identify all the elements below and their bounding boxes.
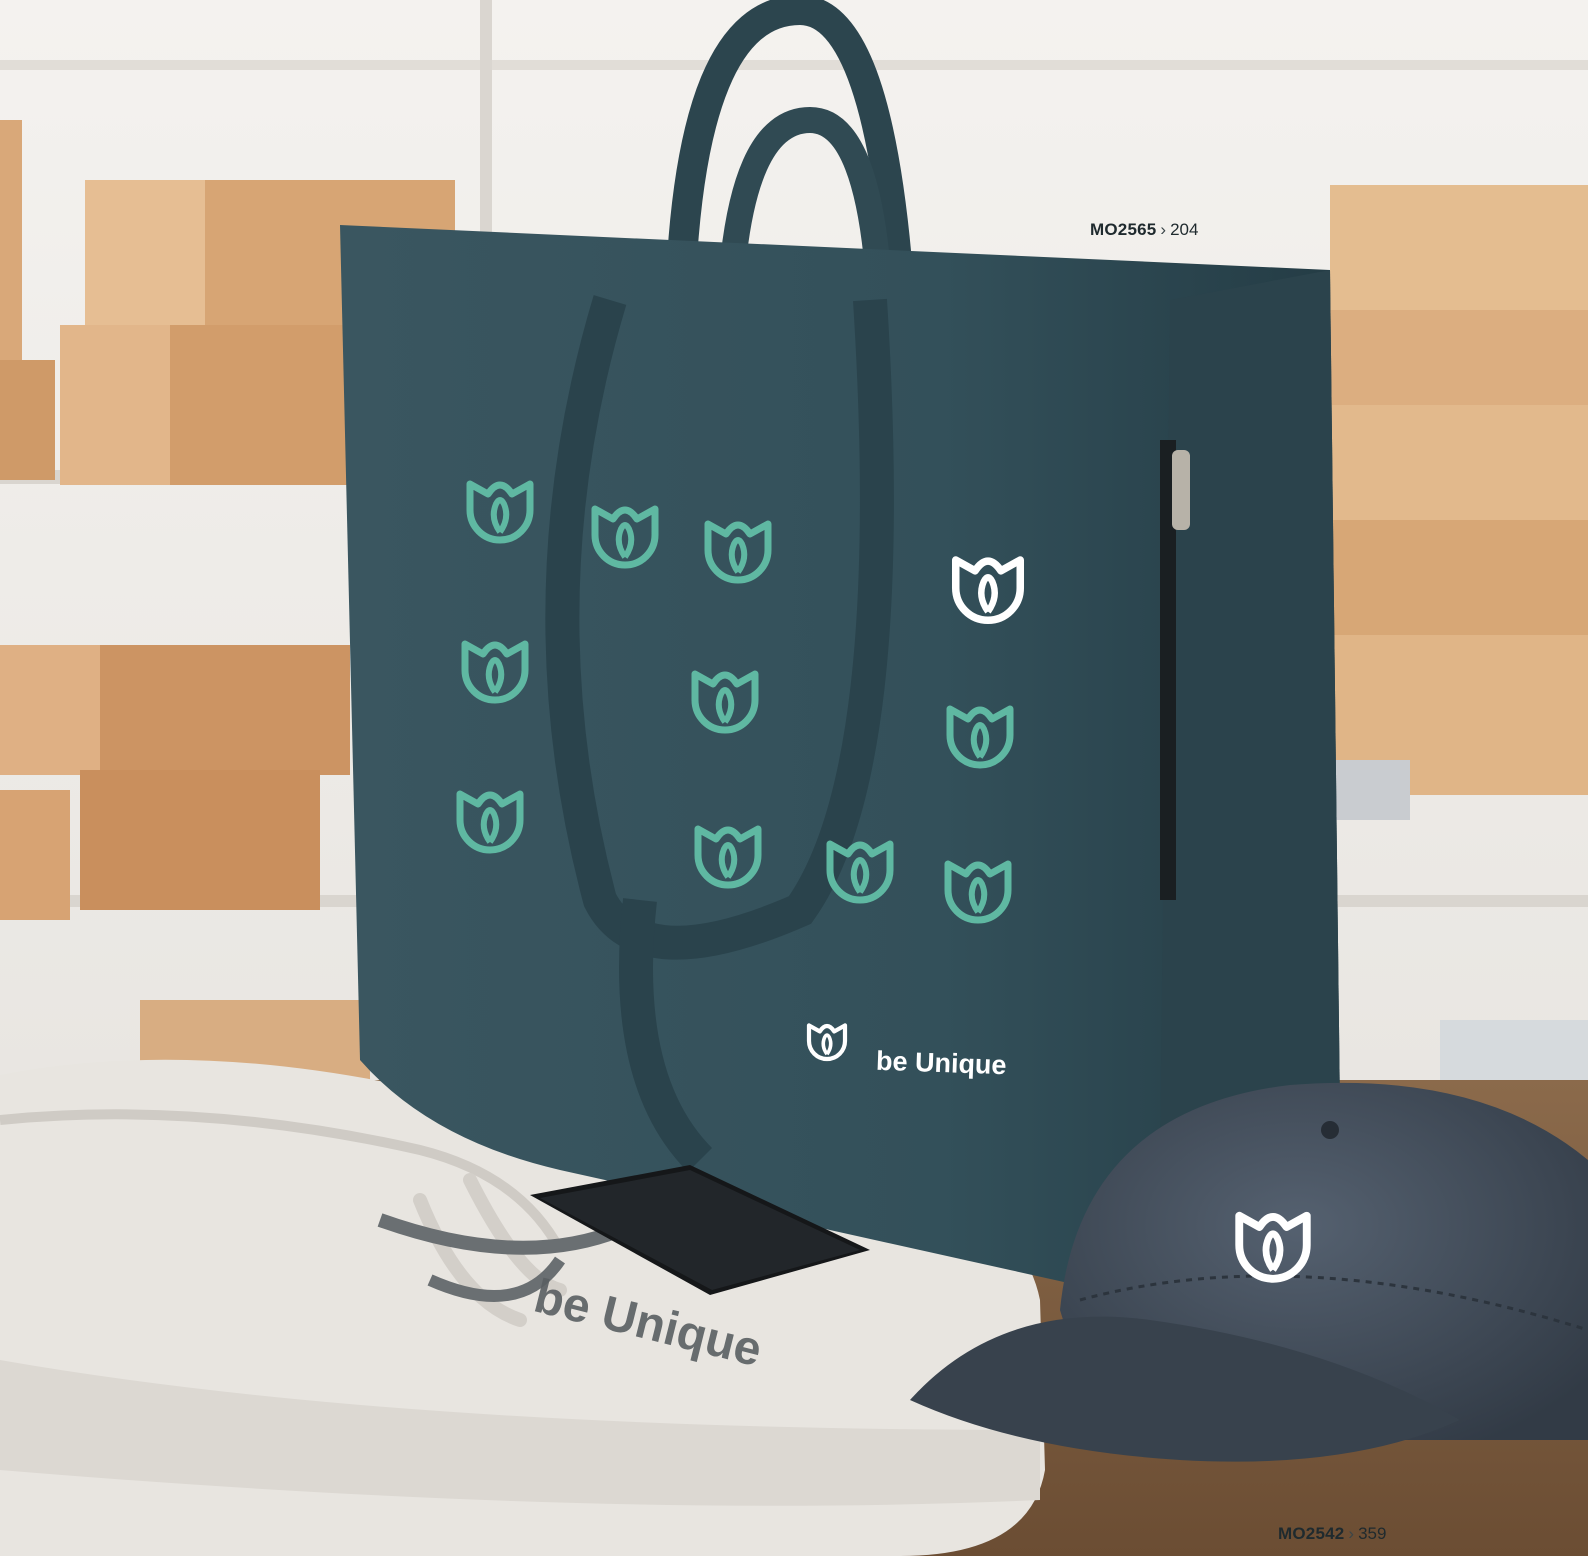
bag-product-code: MO2565 — [1090, 220, 1157, 239]
cap-caption-separator: › — [1348, 1524, 1355, 1543]
bag-page-number: 204 — [1170, 220, 1199, 239]
cap-product-caption: MO2542 › 359 — [1278, 1524, 1386, 1544]
photo-illustration — [0, 0, 1588, 1556]
cap-page-number: 359 — [1358, 1524, 1387, 1543]
product-photo: be Unique be Unique MO2565 › 204 MO2542 › 35… — [0, 0, 1588, 1556]
bag-caption-separator: › — [1160, 220, 1167, 239]
bag-brand-print: be Unique — [875, 1045, 1008, 1081]
bag-product-caption: MO2565 › 204 — [1090, 220, 1198, 240]
cap-product-code: MO2542 — [1278, 1524, 1345, 1543]
